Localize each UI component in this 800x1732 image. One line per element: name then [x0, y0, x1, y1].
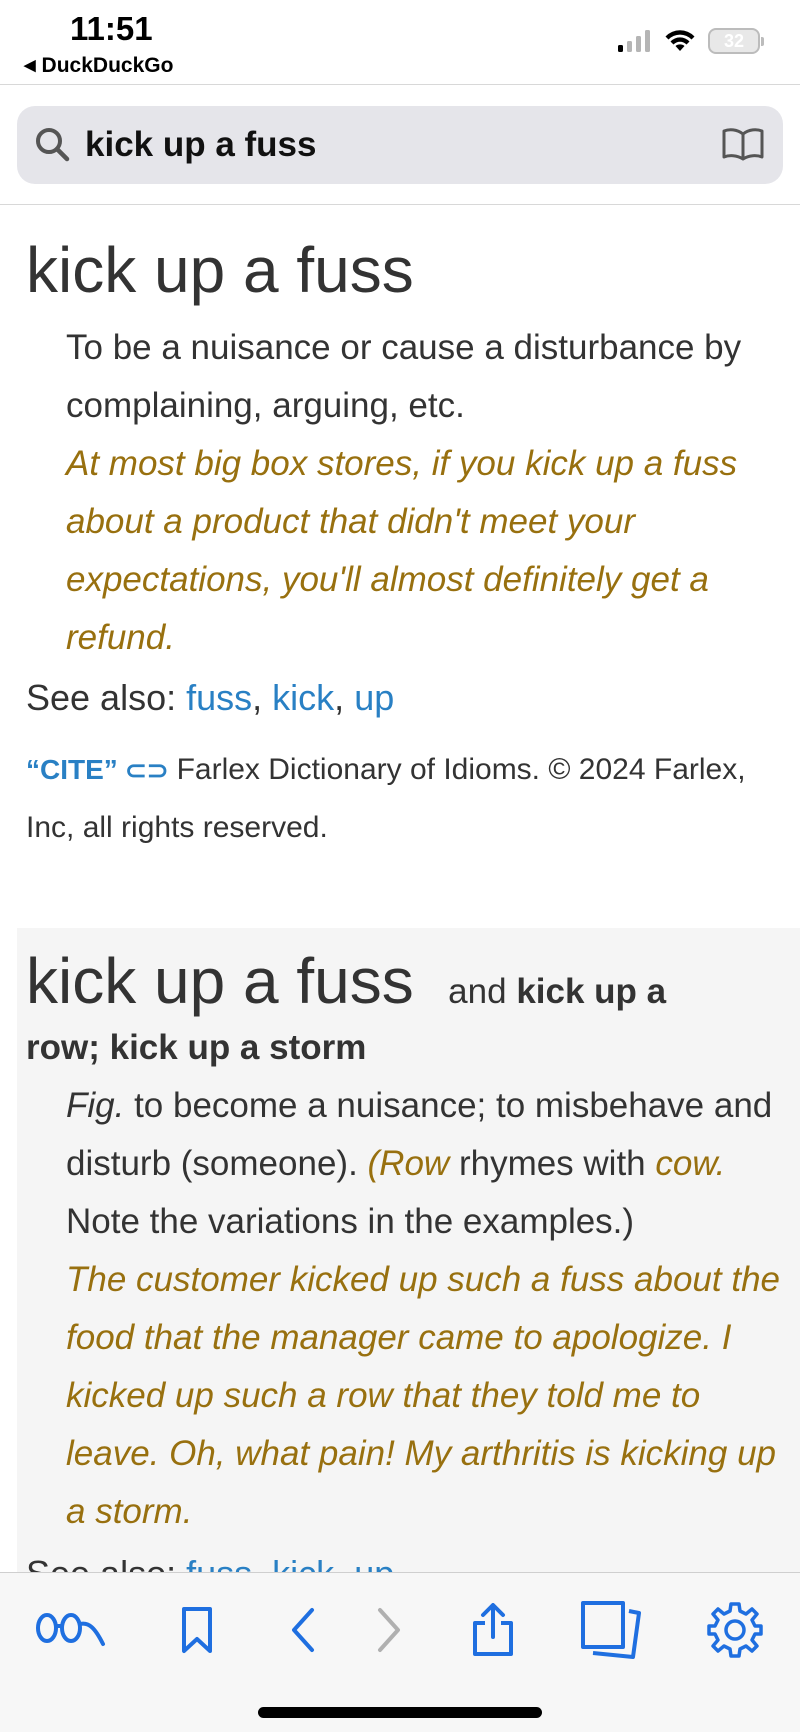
bookmark-button[interactable] [162, 1595, 232, 1665]
wifi-icon [665, 30, 695, 51]
dictionary-content: kick up a fuss To be a nuisance or cause… [0, 205, 800, 1572]
alt-headword: kick up a [516, 972, 667, 1011]
gear-icon [707, 1602, 763, 1658]
see-also-link-kick[interactable]: kick [272, 1553, 334, 1572]
fig-label: Fig. [66, 1086, 125, 1125]
search-icon [36, 128, 70, 162]
see-also: See also: fuss, kick, up [26, 677, 395, 719]
back-triangle-icon: ◀ [24, 57, 36, 74]
rhymes-text: rhymes with [449, 1144, 656, 1183]
entry-headword: kick up a fuss [26, 945, 414, 1017]
cellular-signal-icon [618, 30, 650, 52]
battery-level: 32 [723, 31, 745, 51]
entry-example: At most big box stores, if you kick up a… [66, 444, 738, 658]
citation: “CITE” ⊂⊃ Farlex Dictionary of Idioms. © … [26, 741, 776, 857]
see-also-label: See also: [26, 1553, 176, 1572]
search-input[interactable] [85, 106, 705, 184]
see-also-link-up[interactable]: up [354, 677, 394, 718]
clock: 11:51 [70, 10, 153, 47]
cite-label: “CITE” [26, 754, 118, 786]
battery-icon: 32 [708, 28, 764, 54]
tabs-icon [581, 1601, 641, 1659]
forward-button[interactable] [354, 1595, 424, 1665]
and-text: and [448, 972, 507, 1011]
note-text: Note the variations in the examples.) [66, 1202, 635, 1241]
entry-definition: To be a nuisance or cause a disturbance … [66, 328, 742, 426]
back-app-label: DuckDuckGo [41, 54, 174, 77]
share-button[interactable] [458, 1595, 528, 1665]
glasses-lookup-button[interactable] [32, 1595, 112, 1665]
row-term: (Row [367, 1144, 450, 1183]
cite-button[interactable]: “CITE” ⊂⊃ [26, 754, 169, 785]
entry-examples: The customer kicked up such a fuss about… [66, 1260, 780, 1531]
alt-headword-cont: row; kick up a storm [26, 1028, 367, 1067]
reading-glasses-icon [36, 1613, 105, 1646]
status-icons: 32 [618, 28, 764, 54]
dictionary-book-icon[interactable] [721, 126, 765, 162]
see-also: See also: fuss, kick, up [26, 1545, 790, 1572]
status-bar: 11:51 ◀ DuckDuckGo 32 [0, 0, 800, 84]
chevron-right-icon [378, 1608, 400, 1652]
bookmark-icon [182, 1607, 212, 1653]
see-also-label: See also: [26, 677, 177, 719]
see-also-link-fuss[interactable]: fuss [186, 677, 252, 718]
entry-headword: kick up a fuss [26, 234, 414, 306]
back-button[interactable] [268, 1595, 338, 1665]
chevron-left-icon [292, 1608, 314, 1652]
share-icon [473, 1603, 513, 1656]
see-also-link-kick[interactable]: kick [272, 677, 334, 718]
entry-2: kick up a fuss and kick up a row; kick u… [17, 928, 800, 1572]
search-bar[interactable] [17, 106, 783, 184]
tabs-button[interactable] [576, 1595, 646, 1665]
see-also-link-fuss[interactable]: fuss [186, 1553, 252, 1572]
back-to-app-link[interactable]: ◀ DuckDuckGo [24, 54, 173, 78]
divider [0, 84, 800, 85]
entry-1: kick up a fuss To be a nuisance or cause… [0, 205, 800, 857]
alt-headwords: and kick up a [448, 972, 666, 1011]
cow-term: cow. [655, 1144, 726, 1183]
home-indicator[interactable] [258, 1707, 542, 1718]
see-also-link-up[interactable]: up [354, 1553, 394, 1572]
entry-definition: Fig. to become a nuisance; to misbehave … [66, 1077, 790, 1251]
bottom-toolbar [0, 1572, 800, 1732]
settings-button[interactable] [700, 1595, 770, 1665]
link-chain-icon: ⊂⊃ [117, 755, 169, 786]
